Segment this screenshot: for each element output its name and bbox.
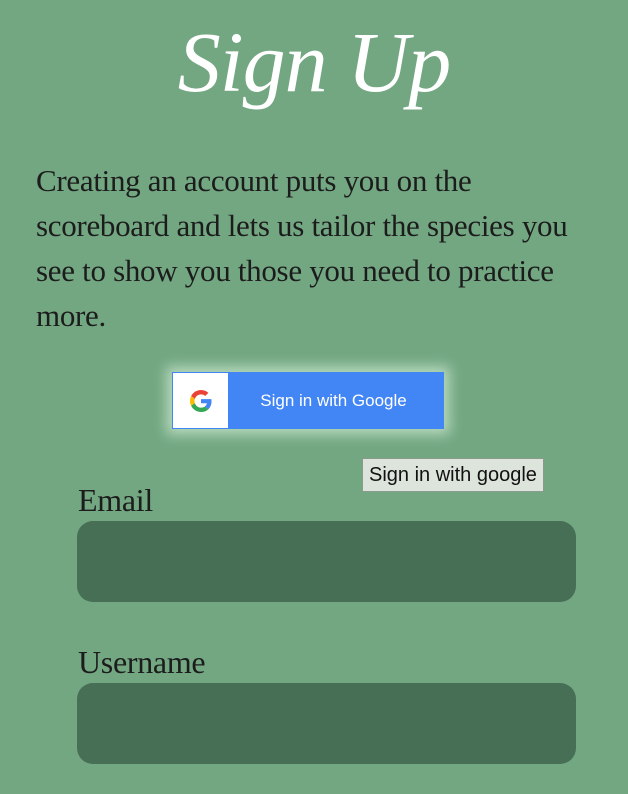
email-label: Email xyxy=(78,482,153,518)
page-title: Sign Up xyxy=(177,14,452,110)
google-signin-button[interactable]: Sign in with Google xyxy=(172,372,444,429)
username-label: Username xyxy=(78,644,206,680)
email-field[interactable] xyxy=(77,521,576,602)
intro-text: Creating an account puts you on the scor… xyxy=(36,163,568,333)
google-g-icon xyxy=(189,389,212,412)
google-signin-label: Sign in with Google xyxy=(260,390,407,410)
google-signin-tooltip: Sign in with google xyxy=(362,458,544,492)
username-field[interactable] xyxy=(77,683,576,764)
google-icon-box xyxy=(173,373,228,428)
